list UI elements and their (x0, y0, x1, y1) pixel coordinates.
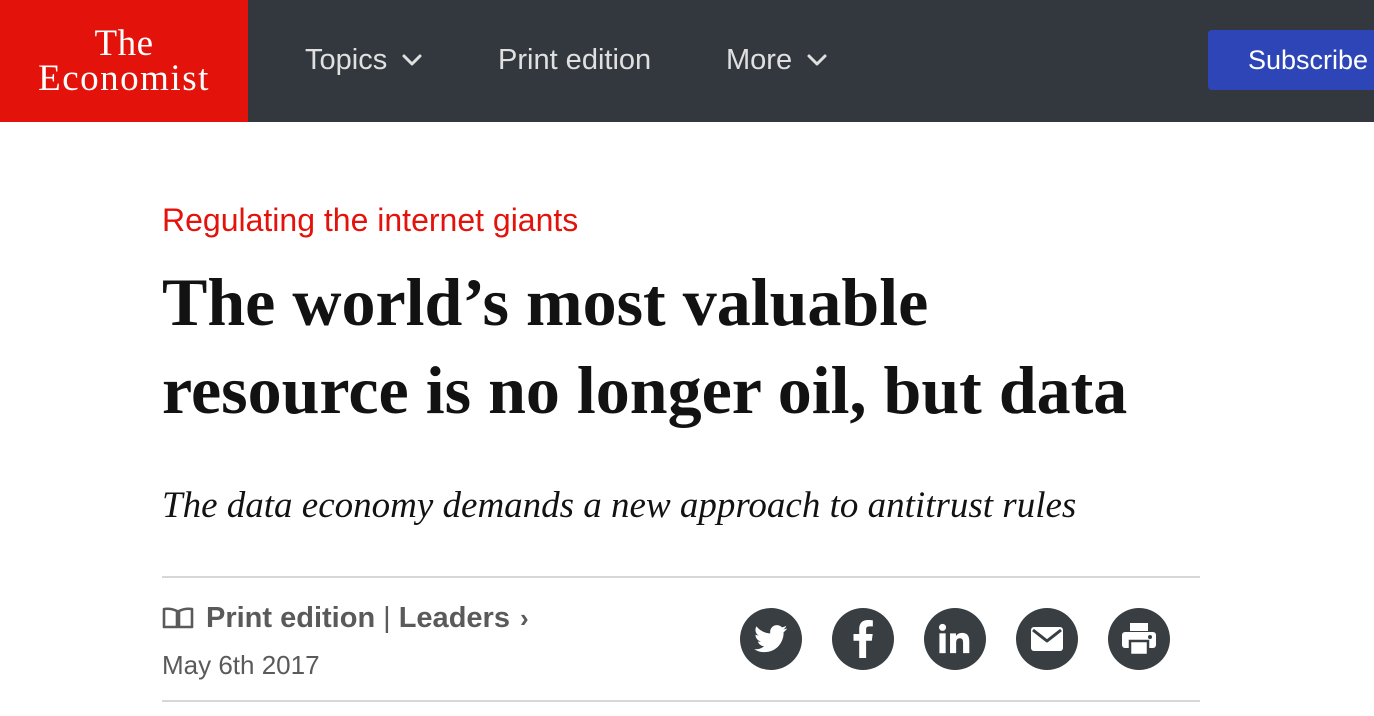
headline-line-1: The world’s most valuable (162, 264, 929, 340)
share-linkedin-button[interactable] (924, 608, 986, 670)
article-headline: The world’s most valuable resource is no… (162, 258, 1222, 434)
share-facebook-button[interactable] (832, 608, 894, 670)
chevron-right-icon: › (519, 602, 529, 633)
nav-print-edition-label: Print edition (498, 43, 652, 76)
section-separator: | (383, 601, 391, 634)
nav-print-edition-link[interactable]: Print edition (498, 38, 651, 82)
nav-more-label: More (726, 43, 793, 76)
linkedin-icon (938, 623, 970, 654)
share-email-button[interactable] (1016, 608, 1078, 670)
logo-line-2: Economist (38, 58, 210, 99)
share-twitter-button[interactable] (740, 608, 802, 670)
share-print-button[interactable] (1108, 608, 1170, 670)
fly-title: Regulating the internet giants (162, 202, 579, 238)
open-book-icon (162, 606, 194, 630)
nav-more-menu[interactable]: More (726, 38, 828, 82)
publication-date: May 6th 2017 (162, 650, 320, 680)
article-rubric: The data economy demands a new approach … (162, 485, 1077, 526)
logo-line-1: The (94, 23, 154, 64)
economist-logo[interactable]: The Economist (0, 0, 248, 122)
print-icon (1122, 623, 1156, 656)
divider-top (162, 576, 1200, 578)
nav-topics-menu[interactable]: Topics (305, 38, 423, 82)
article-section-breadcrumb: Print edition | Leaders › (162, 598, 529, 638)
email-icon (1031, 627, 1063, 651)
divider-bottom (162, 700, 1200, 702)
nav-topics-label: Topics (305, 43, 388, 76)
chevron-down-icon (401, 49, 423, 71)
headline-line-2: resource is no longer oil, but data (162, 352, 1128, 428)
print-edition-link[interactable]: Print edition (206, 602, 375, 635)
twitter-icon (754, 625, 788, 653)
section-leaders-link[interactable]: Leaders (399, 602, 510, 635)
chevron-down-icon (806, 49, 828, 71)
facebook-icon (853, 620, 873, 658)
subscribe-button[interactable]: Subscribe (1208, 30, 1374, 90)
top-navigation-bar: The Economist Topics Print edition More … (0, 0, 1374, 122)
